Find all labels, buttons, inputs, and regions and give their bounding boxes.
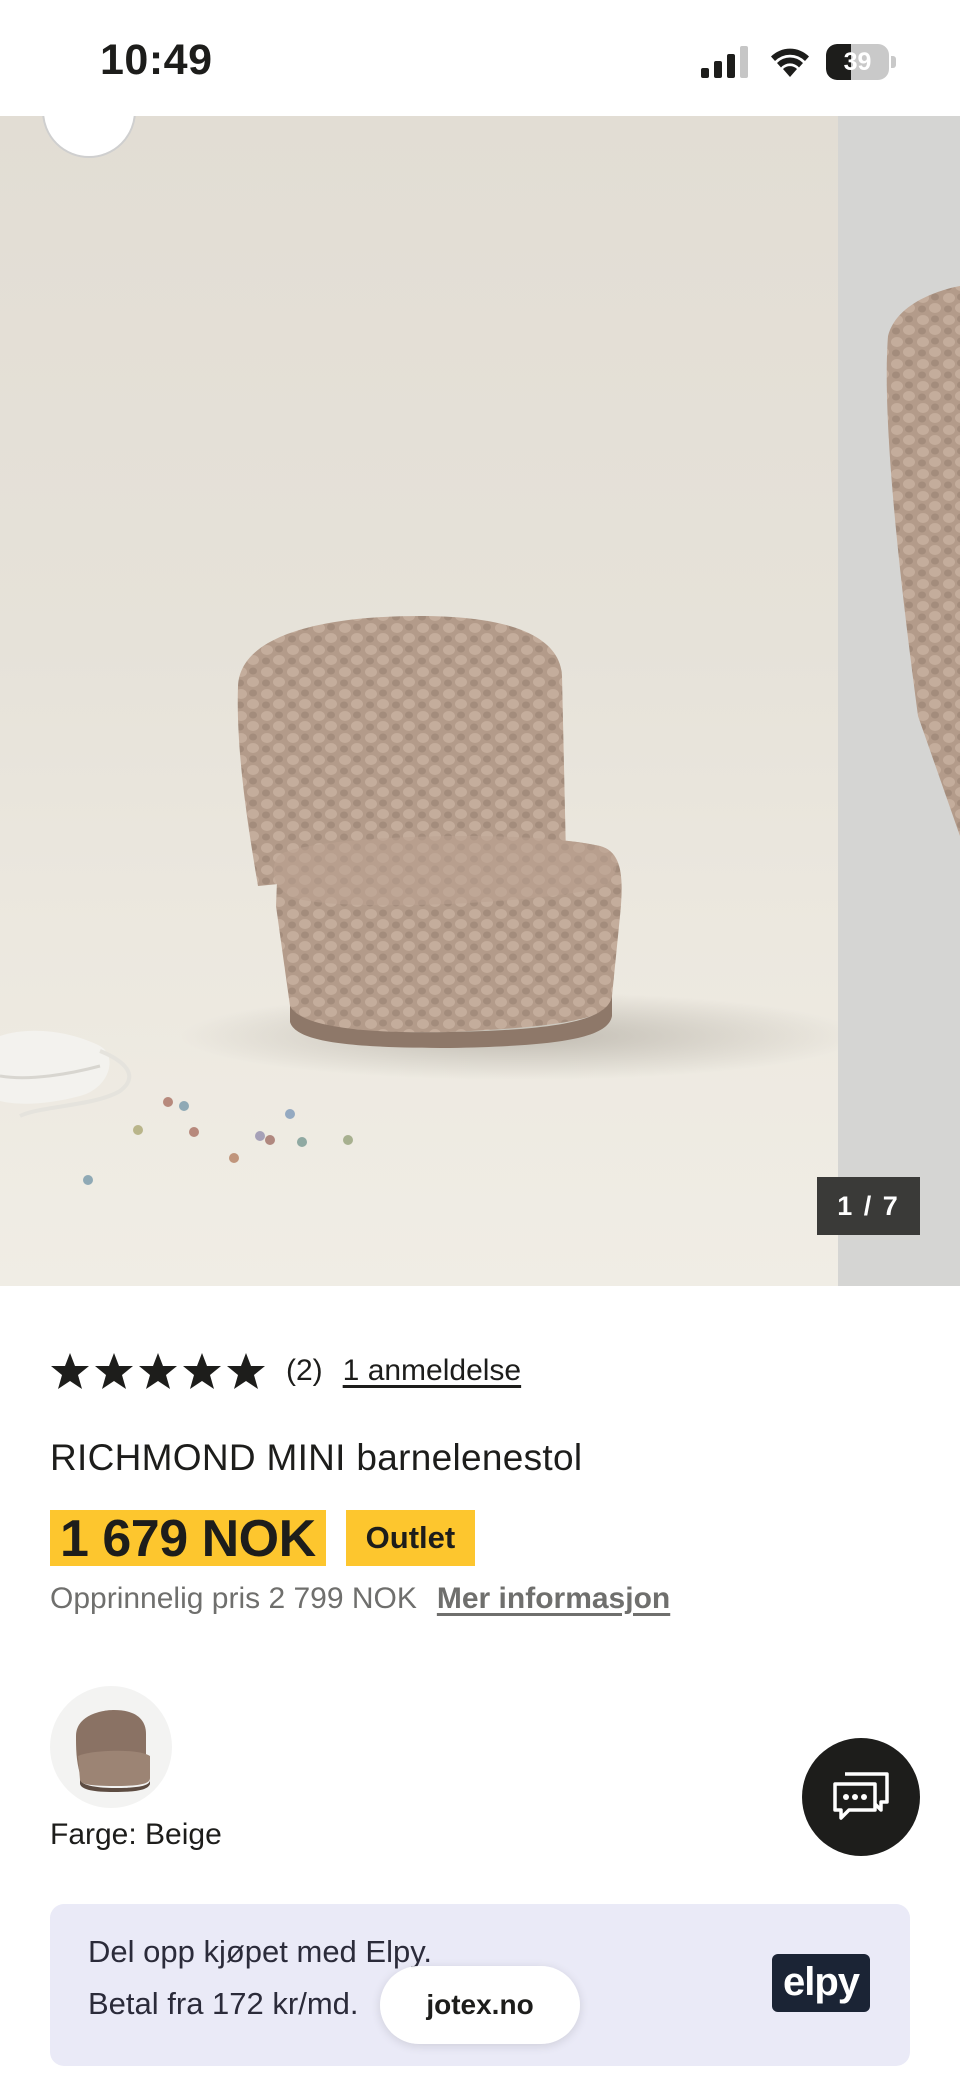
- star-icon: [51, 1353, 89, 1389]
- star-icon: [95, 1353, 133, 1389]
- star-icon: [183, 1353, 221, 1389]
- image-counter: 1 / 7: [817, 1177, 920, 1235]
- star-icon: [227, 1353, 265, 1389]
- price: 1 679 NOK: [50, 1510, 326, 1568]
- battery-icon: 39: [826, 44, 896, 80]
- chat-icon: [833, 1772, 889, 1820]
- star-icon: [139, 1353, 177, 1389]
- elpy-line2: Betal fra 172 kr/md.: [88, 1986, 359, 2021]
- chat-button[interactable]: [802, 1738, 920, 1856]
- status-bar: 10:49 39: [0, 0, 960, 116]
- color-swatch-beige[interactable]: [50, 1686, 172, 1808]
- product-title: RICHMOND MINI barnelenestol: [50, 1437, 583, 1478]
- elpy-logo: elpy: [772, 1954, 870, 2012]
- original-price-row: Opprinnelig pris 2 799 NOK Mer informasj…: [50, 1582, 670, 1616]
- product-image-gallery[interactable]: 1 / 7: [0, 116, 960, 1286]
- rating-row: (2) 1 anmeldelse: [50, 1346, 521, 1396]
- chair-thumbnail: [76, 1710, 150, 1792]
- elpy-line1: Del opp kjøpet med Elpy.: [88, 1934, 433, 1969]
- next-image-peek: [886, 286, 960, 836]
- signal-icon: [701, 46, 748, 78]
- price-row: 1 679 NOK Outlet: [50, 1510, 476, 1568]
- more-info-link[interactable]: Mer informasjon: [437, 1582, 670, 1616]
- chair-illustration: [0, 616, 838, 1185]
- color-label: Farge: Beige: [50, 1818, 222, 1851]
- battery-level: 39: [843, 48, 872, 76]
- product-image[interactable]: [0, 116, 838, 1286]
- reviews-link[interactable]: 1 anmeldelse: [343, 1354, 521, 1388]
- wifi-icon: [771, 48, 809, 77]
- rating-count: (2): [286, 1354, 323, 1387]
- outlet-badge: Outlet: [345, 1510, 476, 1566]
- original-price: Opprinnelig pris 2 799 NOK: [50, 1582, 417, 1615]
- status-time: 10:49: [100, 36, 213, 84]
- url-bar[interactable]: jotex.no: [380, 1966, 580, 2044]
- rating-stars: [50, 1351, 266, 1391]
